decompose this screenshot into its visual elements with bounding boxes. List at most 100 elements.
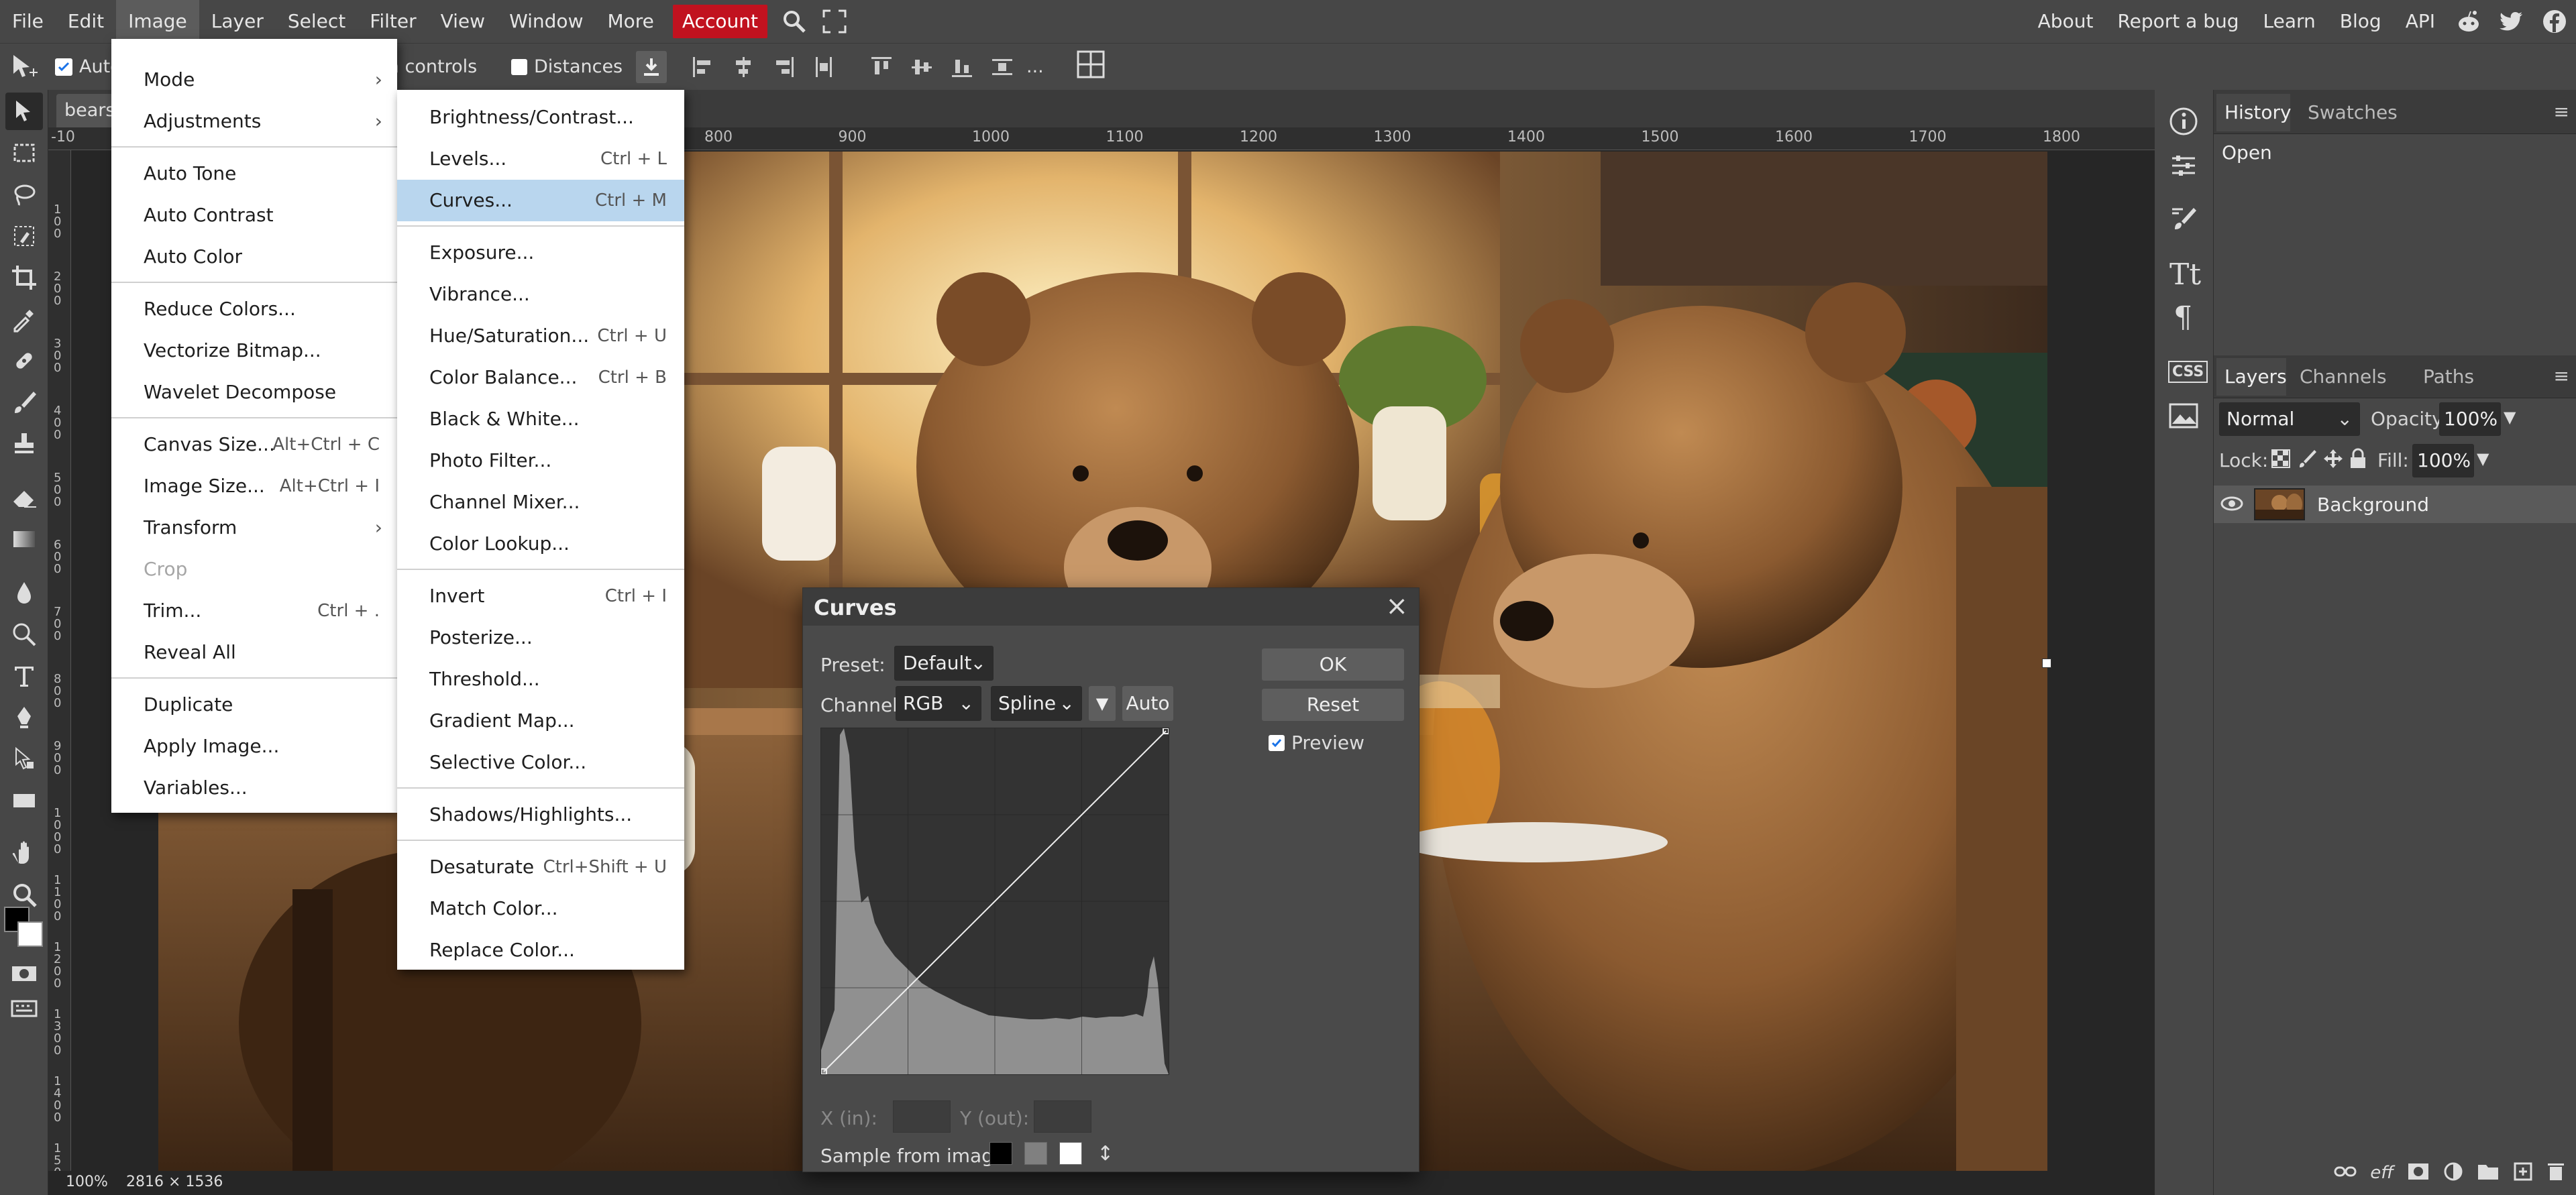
shape-tool-button[interactable]: [5, 782, 43, 819]
sample-white-point-button[interactable]: [1059, 1142, 1082, 1165]
tab-history[interactable]: History: [2216, 94, 2292, 131]
menu-item-shadows-highlights[interactable]: Shadows/Highlights...: [397, 794, 684, 836]
adjustment-layer-icon[interactable]: [2443, 1161, 2463, 1184]
layer-mask-icon[interactable]: [2407, 1162, 2430, 1184]
menu-item-color-lookup[interactable]: Color Lookup...: [397, 523, 684, 565]
distribute-v-icon[interactable]: [990, 55, 1014, 79]
blur-tool-button[interactable]: [5, 574, 43, 612]
menu-item-photo-filter[interactable]: Photo Filter...: [397, 440, 684, 481]
fill-dropdown-icon[interactable]: ▼: [2477, 449, 2489, 468]
align-middle-icon[interactable]: [910, 55, 934, 79]
menu-item-transform[interactable]: Transform ›: [111, 507, 397, 549]
grid-layout-icon[interactable]: [1076, 50, 1106, 84]
opacity-dropdown-icon[interactable]: ▼: [2504, 408, 2516, 426]
menu-item-reduce-colors[interactable]: Reduce Colors...: [111, 288, 397, 330]
menu-item-variables[interactable]: Variables...: [111, 767, 397, 809]
menu-item-selective-color[interactable]: Selective Color...: [397, 742, 684, 783]
zoom-level[interactable]: 100%: [66, 1174, 108, 1190]
gradient-tool-button[interactable]: [5, 520, 43, 558]
menu-window[interactable]: Window: [497, 0, 595, 43]
pen-tool-button[interactable]: [5, 699, 43, 736]
eraser-tool-button[interactable]: [5, 479, 43, 516]
menu-item-levels[interactable]: Levels... Ctrl + L: [397, 138, 684, 180]
hand-tool-button[interactable]: [5, 834, 43, 872]
more-options[interactable]: ...: [1026, 56, 1044, 77]
menu-item-posterize[interactable]: Posterize...: [397, 617, 684, 659]
quick-mask-icon[interactable]: [5, 955, 43, 992]
layer-row[interactable]: Background: [2214, 486, 2576, 523]
menu-item-channel-mixer[interactable]: Channel Mixer...: [397, 481, 684, 523]
curve-graph[interactable]: [820, 728, 1169, 1075]
history-item[interactable]: Open: [2214, 134, 2576, 172]
layers-panel-menu-icon[interactable]: ≡: [2554, 365, 2569, 387]
menu-item-duplicate[interactable]: Duplicate: [111, 684, 397, 726]
menu-item-exposure[interactable]: Exposure...: [397, 232, 684, 274]
lock-transparency-icon[interactable]: [2270, 448, 2292, 472]
menu-item-canvas-size[interactable]: Canvas Size... Alt+Ctrl + C: [111, 424, 397, 465]
menu-item-auto-color[interactable]: Auto Color: [111, 236, 397, 278]
ok-button[interactable]: OK: [1262, 648, 1404, 681]
keyboard-icon[interactable]: [5, 990, 43, 1027]
move-tool-button[interactable]: [5, 93, 43, 130]
preset-select[interactable]: Default ⌄: [894, 646, 994, 681]
layer-name[interactable]: Background: [2317, 494, 2429, 516]
download-button[interactable]: [636, 50, 667, 83]
menu-item-color-balance[interactable]: Color Balance... Ctrl + B: [397, 357, 684, 398]
menu-item-hue-saturation[interactable]: Hue/Saturation... Ctrl + U: [397, 315, 684, 357]
menu-item-invert[interactable]: Invert Ctrl + I: [397, 575, 684, 617]
search-icon[interactable]: [774, 0, 814, 43]
drag-adjust-icon[interactable]: ↕: [1097, 1142, 1114, 1165]
menu-item-match-color[interactable]: Match Color...: [397, 888, 684, 929]
marquee-tool-button[interactable]: [5, 134, 43, 172]
image-panel-icon[interactable]: [2168, 402, 2199, 432]
auto-button[interactable]: Auto: [1122, 686, 1173, 721]
reset-button[interactable]: Reset: [1262, 689, 1404, 721]
transform-handle-right[interactable]: [2042, 659, 2051, 668]
distances-checkbox[interactable]: [511, 58, 527, 75]
menu-item-mode[interactable]: Mode ›: [111, 59, 397, 101]
menu-more[interactable]: More: [595, 0, 665, 43]
brush-settings-icon[interactable]: [2168, 204, 2199, 237]
twitter-icon[interactable]: [2490, 0, 2533, 43]
menu-item-adjustments[interactable]: Adjustments ›: [111, 101, 397, 142]
menu-filter[interactable]: Filter: [358, 0, 428, 43]
menu-image[interactable]: Image: [116, 0, 199, 43]
interpolation-select[interactable]: Spline ⌄: [991, 686, 1082, 721]
sample-gray-point-button[interactable]: [1024, 1142, 1047, 1165]
menu-item-gradient-map[interactable]: Gradient Map...: [397, 700, 684, 742]
lock-position-icon[interactable]: [2322, 448, 2344, 472]
distribute-h-icon[interactable]: [812, 55, 836, 79]
brush-tool-button[interactable]: [5, 384, 43, 421]
menu-select[interactable]: Select: [276, 0, 358, 43]
menu-item-vibrance[interactable]: Vibrance...: [397, 274, 684, 315]
menu-item-replace-color[interactable]: Replace Color...: [397, 929, 684, 971]
dodge-tool-button[interactable]: [5, 616, 43, 653]
paragraph-icon[interactable]: ¶: [2174, 300, 2192, 335]
lock-all-icon[interactable]: [2348, 448, 2368, 472]
channel-options-dropdown[interactable]: ▼: [1089, 686, 1116, 721]
menu-about[interactable]: About: [2026, 0, 2106, 43]
crop-tool-button[interactable]: [5, 259, 43, 296]
css-icon[interactable]: CSS: [2168, 361, 2208, 383]
x-in-input[interactable]: [893, 1100, 951, 1133]
sample-black-point-button[interactable]: [989, 1142, 1012, 1165]
menu-file[interactable]: File: [0, 0, 56, 43]
menu-item-trim[interactable]: Trim... Ctrl + .: [111, 590, 397, 632]
blend-mode-select[interactable]: Normal ⌄: [2219, 402, 2360, 436]
align-center-h-icon[interactable]: [731, 55, 755, 79]
type-tool-button[interactable]: [5, 657, 43, 695]
menu-item-reveal-all[interactable]: Reveal All: [111, 632, 397, 673]
quick-select-tool-button[interactable]: [5, 217, 43, 255]
menu-learn[interactable]: Learn: [2251, 0, 2328, 43]
facebook-icon[interactable]: [2533, 0, 2576, 43]
menu-item-threshold[interactable]: Threshold...: [397, 659, 684, 700]
info-icon[interactable]: [2168, 106, 2199, 139]
adjustments-sliders-icon[interactable]: [2168, 150, 2199, 184]
menu-item-auto-contrast[interactable]: Auto Contrast: [111, 194, 397, 236]
menu-edit[interactable]: Edit: [56, 0, 116, 43]
character-icon[interactable]: Tt: [2169, 258, 2201, 292]
lasso-tool-button[interactable]: [5, 176, 43, 213]
layer-effects-icon[interactable]: eff: [2370, 1163, 2394, 1183]
align-right-icon[interactable]: [771, 55, 796, 79]
y-out-input[interactable]: [1034, 1100, 1091, 1133]
